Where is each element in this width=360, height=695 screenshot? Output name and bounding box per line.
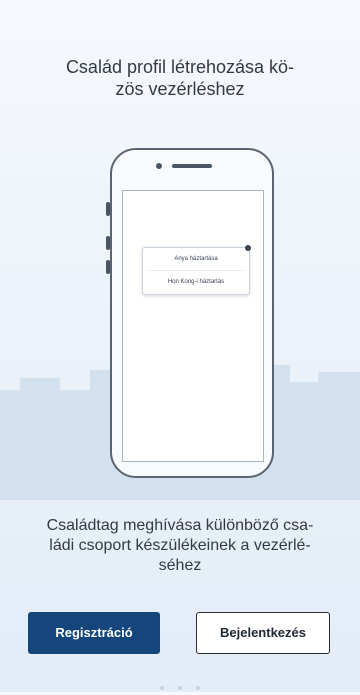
onboarding-title: Család profil létrehozása kö- zös vezérl… <box>40 56 320 100</box>
login-button[interactable]: Bejelentkezés <box>196 612 330 654</box>
phone-speaker-icon <box>172 164 212 168</box>
register-button[interactable]: Regisztráció <box>28 612 160 654</box>
title-line-1: Család profil létrehozása kö- <box>65 57 295 77</box>
subtitle-line-1: Családtag meghívása különböző csa- <box>46 517 314 534</box>
onboarding-subtitle: Családtag meghívása különböző csa- ládi … <box>30 516 330 576</box>
dropdown-handle-icon <box>245 245 251 251</box>
page-dot <box>196 686 201 690</box>
dropdown-option: Hon Kong-i háztartás <box>167 279 225 285</box>
page-dot <box>159 686 164 690</box>
household-dropdown-preview: Anya háztartása Hon Kong-i háztartás <box>142 245 251 295</box>
subtitle-line-3: séhez <box>158 557 202 574</box>
page-dot <box>178 686 182 690</box>
subtitle-line-2: ládi csoport készülékeinek a vezérlé- <box>49 537 311 554</box>
title-line-2: zös vezérléshez <box>115 79 245 99</box>
phone-side-button <box>106 236 110 250</box>
phone-side-button <box>106 260 110 274</box>
phone-illustration <box>106 148 274 478</box>
phone-side-button <box>106 202 110 216</box>
phone-screen <box>122 190 264 462</box>
phone-camera-icon <box>156 163 162 169</box>
dropdown-option: Anya háztartása <box>174 256 218 262</box>
page-indicator <box>0 677 360 695</box>
